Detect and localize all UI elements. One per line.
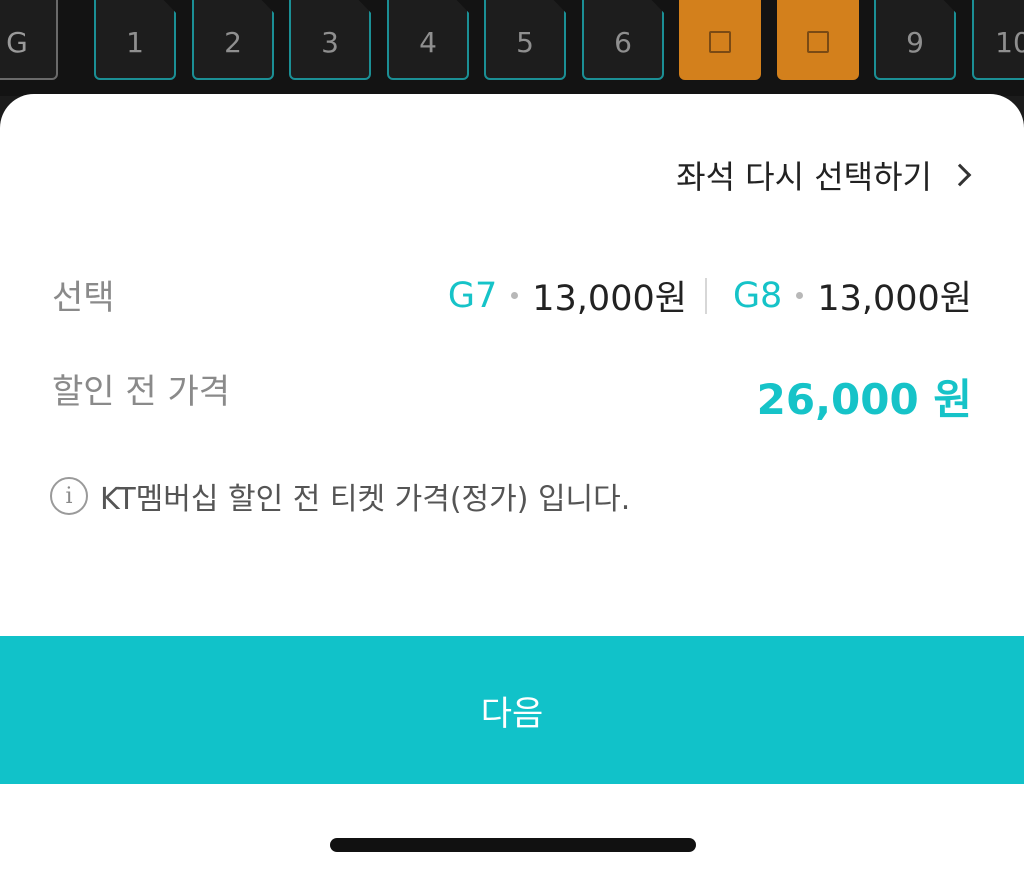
seat-2[interactable]: 2 xyxy=(192,0,274,80)
separator-dot xyxy=(796,292,804,299)
selected-seat-code: G8 xyxy=(732,275,783,316)
seat-8-selected[interactable] xyxy=(777,0,859,80)
price-notice: i KT멤버십 할인 전 티켓 가격(정가) 입니다. xyxy=(50,474,630,518)
notice-text: KT멤버십 할인 전 티켓 가격(정가) 입니다. xyxy=(100,482,631,517)
seat-1[interactable]: 1 xyxy=(94,0,176,80)
separator-dot xyxy=(511,292,519,299)
pre-discount-price-label: 할인 전 가격 xyxy=(52,372,231,412)
selected-seat-price: 13,000원 xyxy=(532,279,687,319)
seat-6[interactable]: 6 xyxy=(582,0,664,80)
chevron-right-icon xyxy=(948,163,972,187)
seat-7-selected[interactable] xyxy=(679,0,761,80)
seat-4[interactable]: 4 xyxy=(387,0,469,80)
seat-10[interactable]: 10 xyxy=(972,0,1024,80)
seat-5[interactable]: 5 xyxy=(484,0,566,80)
reselect-label: 좌석 다시 선택하기 xyxy=(676,158,932,196)
selection-bottom-sheet: 좌석 다시 선택하기 선택 G7 13,000원 G8 13,000원 할인 전… xyxy=(0,94,1024,872)
seat-9[interactable]: 9 xyxy=(874,0,956,80)
seat-map: G 1 2 3 4 5 6 9 10 xyxy=(0,0,1024,96)
selected-seat-price: 13,000원 xyxy=(817,279,972,319)
home-indicator xyxy=(330,838,696,852)
total-price: 26,000 원 xyxy=(756,375,972,424)
selected-seats-summary: G7 13,000원 G8 13,000원 xyxy=(448,270,972,321)
divider xyxy=(704,277,707,314)
info-icon: i xyxy=(50,477,88,515)
selected-seat-code: G7 xyxy=(447,275,498,316)
reselect-seats-link[interactable]: 좌석 다시 선택하기 xyxy=(676,152,974,198)
checkbox-icon xyxy=(807,31,829,53)
selection-label: 선택 xyxy=(52,278,115,318)
next-button[interactable]: 다음 xyxy=(0,636,1024,784)
seat-3[interactable]: 3 xyxy=(289,0,371,80)
row-label-g: G xyxy=(0,0,58,80)
checkbox-icon xyxy=(709,31,731,53)
